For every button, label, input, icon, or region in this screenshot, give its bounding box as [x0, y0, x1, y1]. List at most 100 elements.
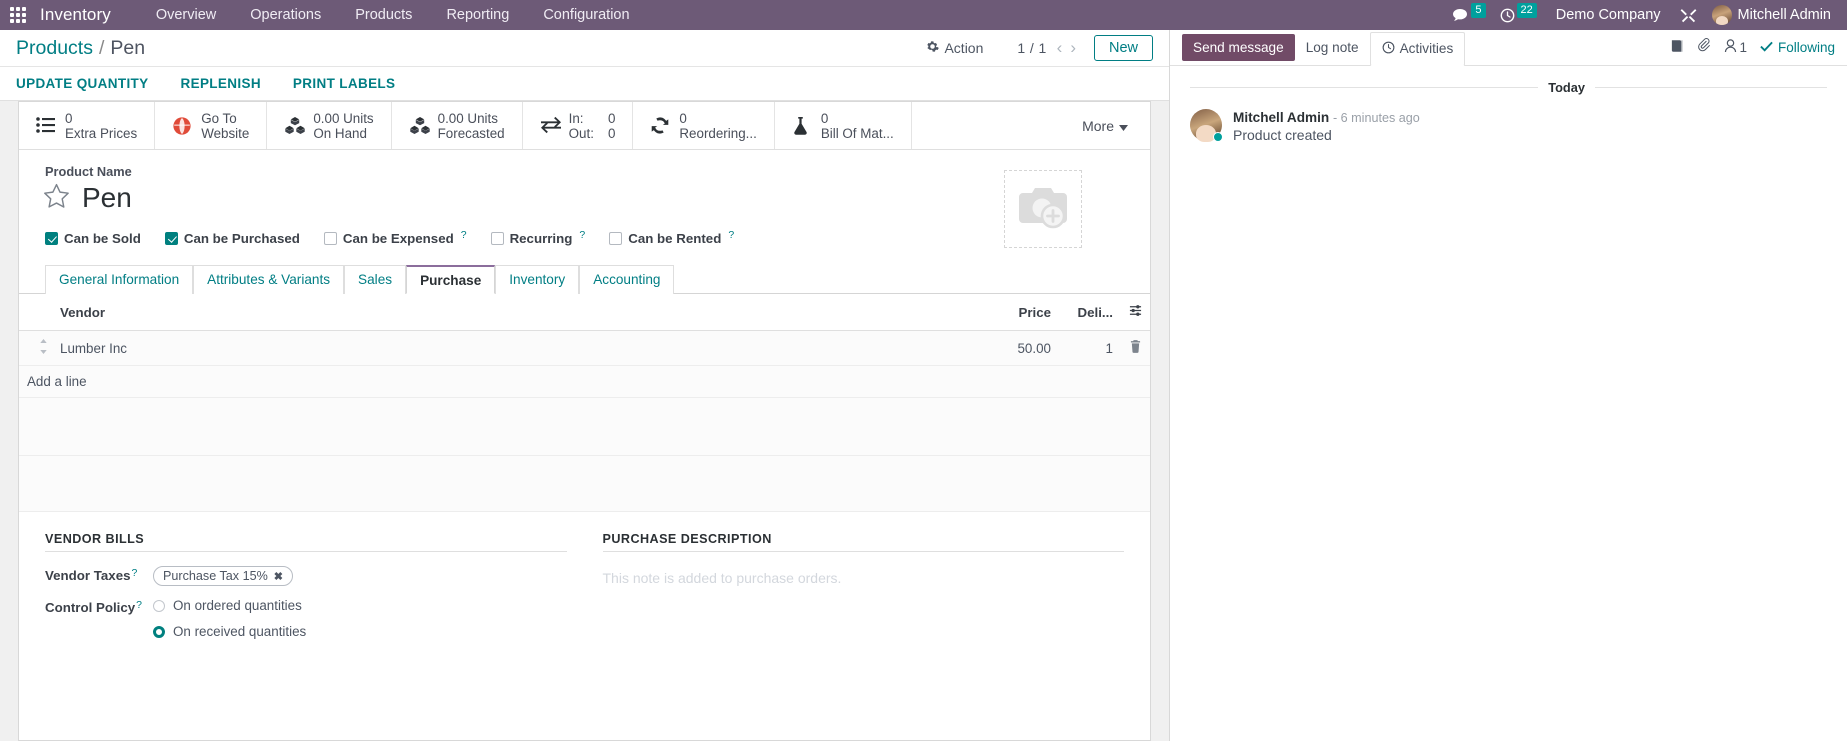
- checkbox-recurring[interactable]: Recurring ?: [490, 229, 585, 246]
- update-quantity-button[interactable]: UPDATE QUANTITY: [16, 76, 163, 91]
- add-a-line-link[interactable]: Add a line: [19, 365, 1150, 398]
- log-note-button[interactable]: Log note: [1295, 34, 1370, 61]
- tab-accounting[interactable]: Accounting: [579, 265, 675, 294]
- checkbox-can-be-expensed[interactable]: Can be Expensed ?: [323, 229, 467, 246]
- group-vendor-bills: VENDOR BILLS Vendor Taxes? Purchase Tax …: [45, 532, 567, 651]
- pager: 1 / 1 ‹ ›: [1017, 39, 1076, 56]
- control-policy-label: Control Policy?: [45, 598, 153, 615]
- message-author[interactable]: Mitchell Admin: [1233, 110, 1329, 125]
- vendor-bills-title: VENDOR BILLS: [45, 532, 567, 552]
- smart-button-forecasted[interactable]: 0.00 Units Forecasted: [392, 102, 523, 149]
- empty-filler-row: [19, 397, 1150, 456]
- cell-price[interactable]: 50.00: [967, 330, 1059, 366]
- help-tooltip-icon[interactable]: ?: [728, 229, 734, 241]
- menu-configuration[interactable]: Configuration: [526, 0, 646, 30]
- smart-button-in-out[interactable]: In: Out: 0 0: [523, 102, 634, 149]
- replenish-button[interactable]: REPLENISH: [181, 76, 275, 91]
- optional-columns-toggle[interactable]: [1121, 294, 1150, 331]
- tab-general-information[interactable]: General Information: [45, 265, 194, 294]
- column-header-vendor[interactable]: Vendor: [56, 294, 967, 331]
- product-image-upload[interactable]: [1004, 170, 1082, 248]
- smart-button-bill-of-materials[interactable]: 0 Bill Of Mat...: [775, 102, 912, 149]
- checkbox-box[interactable]: [45, 232, 58, 245]
- table-row[interactable]: Lumber Inc 50.00 1: [19, 330, 1150, 366]
- cell-delivery[interactable]: 1: [1059, 330, 1121, 366]
- following-label: Following: [1777, 40, 1835, 55]
- help-tooltip-icon[interactable]: ?: [461, 229, 467, 241]
- control-policy-options: On ordered quantities On received quanti…: [153, 598, 567, 639]
- checkbox-box[interactable]: [323, 232, 337, 245]
- navbar-systray: 5 22 Demo Company Mitchell Admin: [1445, 0, 1835, 30]
- user-menu[interactable]: Mitchell Admin: [1704, 5, 1835, 25]
- more-smart-buttons[interactable]: More: [1060, 102, 1150, 149]
- separator-line-right: [1595, 87, 1827, 88]
- menu-operations[interactable]: Operations: [233, 0, 338, 30]
- flask-icon: [792, 116, 812, 136]
- radio-on-received-quantities[interactable]: On received quantities: [153, 624, 567, 639]
- messages-menu[interactable]: 5: [1445, 0, 1492, 30]
- checkbox-can-be-rented[interactable]: Can be Rented ?: [609, 229, 734, 246]
- main-menu: Overview Operations Products Reporting C…: [139, 0, 647, 30]
- breadcrumb: Products / Pen: [16, 37, 145, 60]
- menu-reporting[interactable]: Reporting: [429, 0, 526, 30]
- smart-button-go-to-website[interactable]: Go To Website: [155, 102, 268, 149]
- table-head: Vendor Price Deli...: [19, 294, 1150, 331]
- following-toggle[interactable]: Following: [1760, 40, 1835, 55]
- tag-purchase-tax[interactable]: Purchase Tax 15% ✖: [153, 566, 293, 586]
- tab-purchase[interactable]: Purchase: [406, 265, 496, 294]
- breadcrumb-products[interactable]: Products: [16, 37, 93, 60]
- checkbox-box[interactable]: [490, 232, 504, 245]
- drag-handle-icon[interactable]: [19, 330, 56, 366]
- tab-sales[interactable]: Sales: [344, 265, 407, 294]
- new-button[interactable]: New: [1093, 35, 1153, 61]
- star-outline-icon[interactable]: [43, 183, 70, 213]
- app-brand-inventory[interactable]: Inventory: [40, 5, 111, 25]
- debug-tools-icon[interactable]: [1673, 0, 1704, 30]
- paperclip-icon[interactable]: [1697, 38, 1711, 57]
- checkbox-box[interactable]: [609, 232, 623, 245]
- smart-button-extra-prices[interactable]: 0 Extra Prices: [19, 102, 156, 149]
- help-tooltip-icon[interactable]: ?: [131, 567, 137, 579]
- reordering-label: Reordering...: [679, 125, 757, 141]
- radio-button[interactable]: [153, 625, 165, 638]
- chevron-right-icon[interactable]: ›: [1070, 39, 1076, 56]
- menu-overview[interactable]: Overview: [139, 0, 233, 30]
- activities-menu[interactable]: 22: [1493, 0, 1544, 30]
- vendor-taxes-value[interactable]: Purchase Tax 15% ✖: [153, 566, 567, 586]
- purchase-description-input[interactable]: This note is added to purchase orders.: [603, 566, 1125, 586]
- smart-button-reordering[interactable]: 0 Reordering...: [633, 102, 775, 149]
- chevron-left-icon[interactable]: ‹: [1057, 39, 1063, 56]
- radio-button[interactable]: [153, 599, 165, 612]
- help-tooltip-icon[interactable]: ?: [579, 229, 585, 241]
- help-tooltip-icon[interactable]: ?: [136, 599, 142, 611]
- print-labels-button[interactable]: PRINT LABELS: [293, 76, 409, 91]
- tab-attributes-variants[interactable]: Attributes & Variants: [193, 265, 345, 294]
- tab-inventory[interactable]: Inventory: [495, 265, 580, 294]
- checkbox-can-be-sold[interactable]: Can be Sold: [45, 231, 141, 246]
- globe-icon: [172, 116, 192, 136]
- sheet-scroll: 0 Extra Prices Go To Website 0.00 Units …: [0, 101, 1169, 741]
- menu-products[interactable]: Products: [338, 0, 429, 30]
- close-icon[interactable]: ✖: [274, 570, 283, 583]
- activities-button[interactable]: Activities: [1369, 31, 1466, 66]
- book-icon[interactable]: [1670, 39, 1684, 57]
- followers-button[interactable]: 1: [1724, 39, 1747, 56]
- column-header-price[interactable]: Price: [967, 294, 1059, 331]
- list-icon: [36, 116, 56, 136]
- product-name-value[interactable]: Pen: [82, 181, 132, 215]
- company-switcher[interactable]: Demo Company: [1544, 7, 1673, 23]
- smart-button-on-hand[interactable]: 0.00 Units On Hand: [267, 102, 392, 149]
- radio-on-ordered-quantities[interactable]: On ordered quantities: [153, 598, 567, 613]
- apps-grid-icon[interactable]: [10, 7, 26, 23]
- cell-vendor[interactable]: Lumber Inc: [56, 330, 967, 366]
- delete-row-button[interactable]: [1121, 330, 1150, 366]
- reordering-count: 0: [679, 110, 687, 126]
- gear-icon: [926, 40, 940, 56]
- action-menu-button[interactable]: Action: [916, 38, 993, 58]
- checkbox-can-be-purchased[interactable]: Can be Purchased: [164, 231, 300, 246]
- column-header-delivery[interactable]: Deli...: [1059, 294, 1121, 331]
- send-message-button[interactable]: Send message: [1182, 34, 1295, 61]
- comment-icon: [1452, 8, 1469, 23]
- add-line-row[interactable]: Add a line: [19, 365, 1150, 398]
- checkbox-box[interactable]: [164, 232, 178, 245]
